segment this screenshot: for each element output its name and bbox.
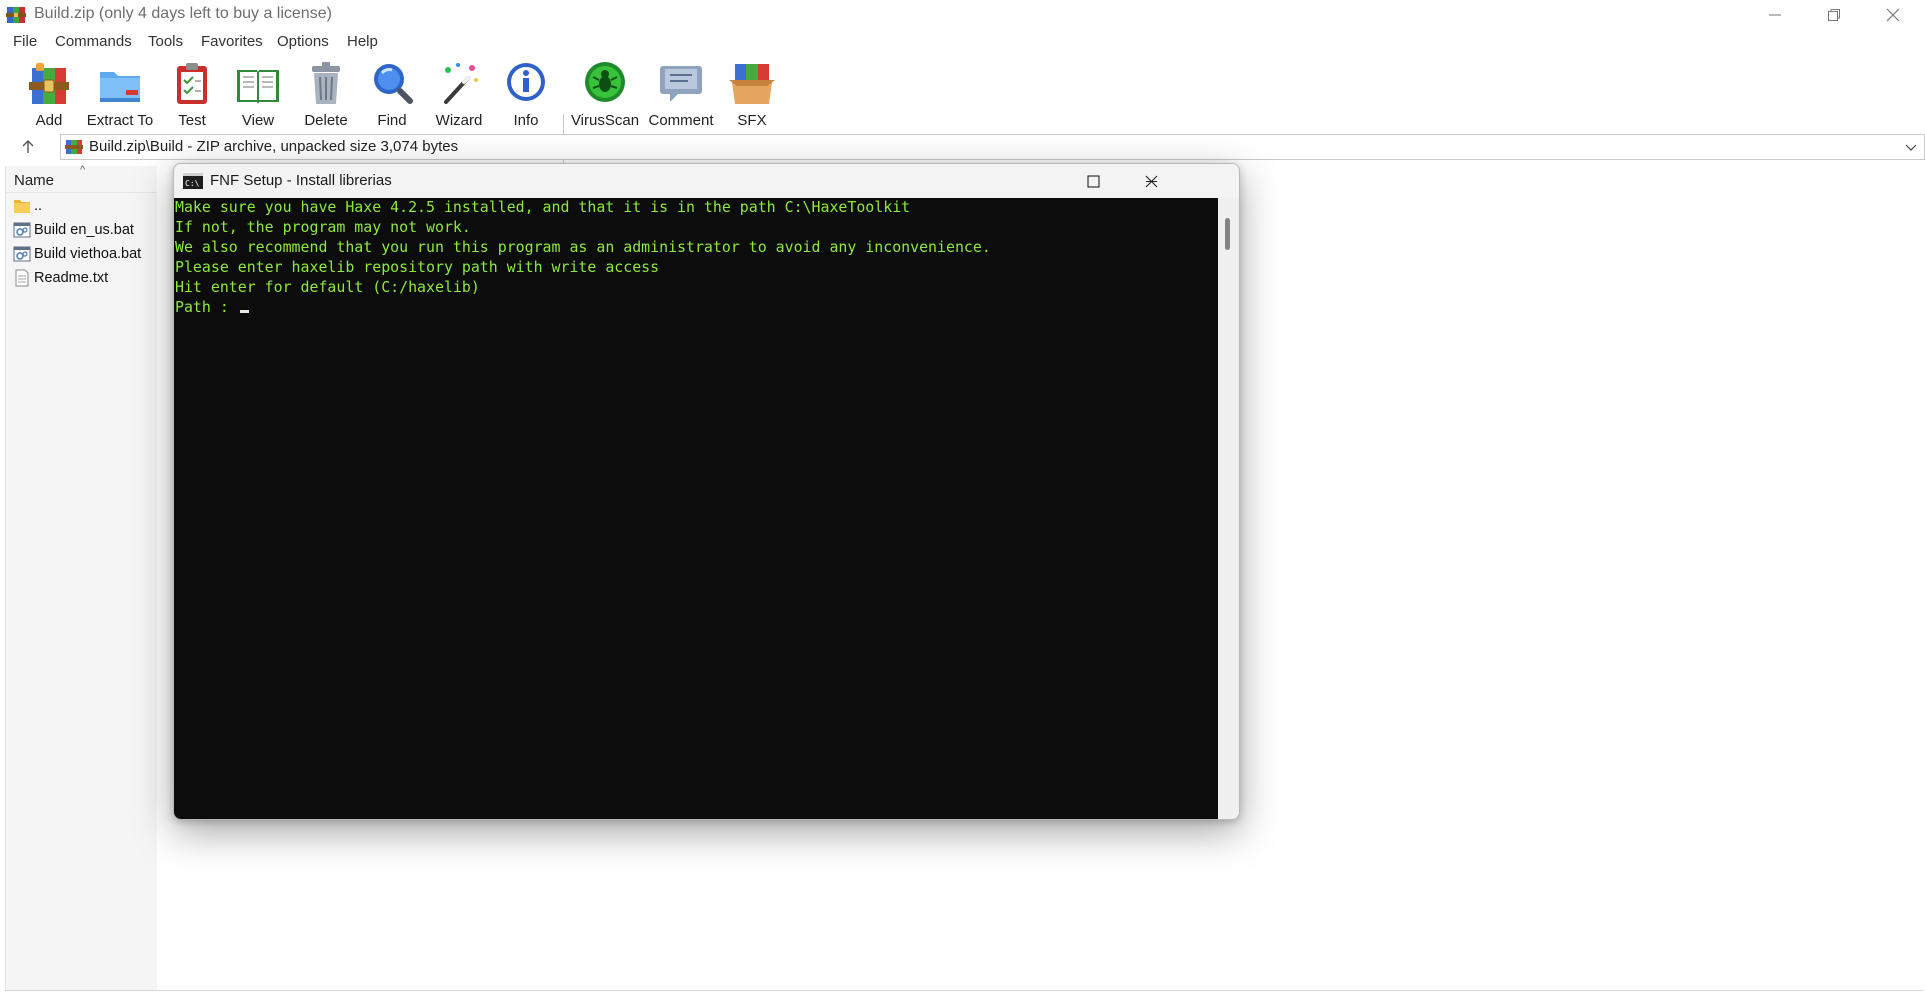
wizard-wand-icon (444, 63, 478, 104)
console-line-2: If not, the program may not work. (175, 218, 471, 236)
winrar-app-icon (6, 7, 26, 23)
view-book-icon (237, 70, 279, 104)
path-text: Build.zip\Build - ZIP archive, unpacked … (89, 138, 459, 155)
comment-button[interactable]: Comment (648, 60, 714, 130)
info-label: Info (513, 112, 539, 129)
batch-file-icon (13, 246, 31, 262)
menu-favorites[interactable]: Favorites (201, 33, 263, 50)
file-name: .. (34, 198, 43, 214)
console-line-1: Make sure you have Haxe 4.2.5 installed,… (175, 198, 911, 216)
column-name-label: Name (14, 172, 55, 189)
view-button[interactable]: View (232, 60, 284, 130)
up-folder-button[interactable] (16, 136, 40, 158)
restore-button[interactable] (1805, 0, 1863, 30)
column-header-name[interactable]: Name ^ (6, 164, 158, 193)
wizard-button[interactable]: Wizard (432, 60, 486, 130)
find-label: Find (377, 112, 407, 129)
sfx-label: SFX (737, 112, 767, 129)
console-output[interactable]: Make sure you have Haxe 4.2.5 installed,… (174, 198, 1218, 819)
console-close-button[interactable] (1122, 164, 1180, 198)
view-label: View (241, 112, 275, 129)
close-button[interactable] (1864, 0, 1922, 30)
file-row-build-en-us[interactable]: Build en_us.bat (6, 218, 158, 242)
test-clipboard-icon (177, 63, 207, 104)
file-row-readme[interactable]: Readme.txt (6, 266, 158, 290)
window-title: Build.zip (only 4 days left to buy a lic… (34, 5, 332, 22)
info-icon (507, 63, 545, 101)
find-button[interactable]: Find (368, 60, 416, 130)
file-row-build-viethoa[interactable]: Build viethoa.bat (6, 242, 158, 266)
command-prompt-icon: C:\ (183, 173, 203, 189)
file-name: Build viethoa.bat (34, 246, 142, 262)
sfx-box-icon (729, 64, 775, 104)
chevron-down-icon[interactable] (1904, 140, 1918, 154)
test-button[interactable]: Test (170, 60, 214, 130)
wizard-label: Wizard (435, 112, 483, 129)
status-divider (5, 990, 1923, 991)
text-cursor (239, 310, 249, 313)
test-label: Test (178, 112, 206, 129)
virusscan-button[interactable]: VirusScan (570, 60, 640, 130)
text-file-icon (15, 269, 29, 287)
add-button[interactable]: Add (22, 60, 76, 130)
menu-help[interactable]: Help (347, 33, 378, 50)
path-field[interactable]: Build.zip\Build - ZIP archive, unpacked … (60, 134, 1925, 160)
address-bar: Build.zip\Build - ZIP archive, unpacked … (0, 132, 1925, 162)
close-icon (1886, 8, 1900, 22)
extract-folder-icon (100, 72, 140, 102)
folder-icon (14, 200, 30, 213)
console-maximize-button[interactable] (1064, 164, 1122, 198)
restore-icon (1828, 9, 1840, 21)
console-line-4: Please enter haxelib repository path wit… (175, 258, 660, 276)
delete-label: Delete (304, 112, 348, 129)
archive-icon (65, 140, 83, 154)
svg-text:C:\: C:\ (185, 179, 200, 188)
batch-file-icon (13, 222, 31, 238)
console-line-3: We also recommend that you run this prog… (175, 238, 991, 256)
virus-scan-icon (585, 62, 625, 102)
title-bar: Build.zip (only 4 days left to buy a lic… (0, 0, 1925, 30)
extract-to-button[interactable]: Extract To (86, 60, 154, 130)
console-line-5: Hit enter for default (C:/haxelib) (175, 278, 480, 296)
add-archive-icon (29, 63, 69, 104)
menu-commands[interactable]: Commands (55, 33, 132, 50)
sfx-button[interactable]: SFX (726, 60, 778, 130)
close-icon (1145, 175, 1157, 187)
info-button[interactable]: Info (506, 60, 546, 130)
delete-button[interactable]: Delete (300, 60, 352, 130)
toolbar: Add Extract To Test View Delete Find Wiz… (0, 54, 1925, 180)
trash-icon (312, 62, 340, 104)
menu-bar: File Commands Tools Favorites Options He… (0, 30, 1925, 54)
console-prompt-line: Path : (175, 297, 249, 317)
extract-to-label: Extract To (86, 112, 154, 129)
minimize-button[interactable] (1746, 0, 1804, 30)
scrollbar-thumb[interactable] (1225, 218, 1230, 250)
menu-options[interactable]: Options (277, 33, 329, 50)
maximize-icon (1086, 174, 1100, 188)
magnifier-icon (374, 64, 413, 104)
file-list: Name ^ .. Build en_us.bat Build viethoa.… (5, 164, 158, 991)
virusscan-label: VirusScan (570, 112, 640, 129)
menu-tools[interactable]: Tools (148, 33, 183, 50)
file-row-parent[interactable]: .. (6, 194, 158, 218)
console-prompt: Path : (175, 298, 238, 316)
console-window[interactable]: C:\ FNF Setup - Install librerias Make s… (173, 163, 1240, 820)
sort-ascending-icon: ^ (80, 164, 86, 176)
add-label: Add (35, 112, 63, 129)
arrow-up-icon (22, 140, 34, 153)
console-scrollbar[interactable] (1218, 198, 1239, 819)
file-name: Readme.txt (34, 270, 109, 286)
file-name: Build en_us.bat (34, 222, 134, 238)
menu-file[interactable]: File (13, 33, 37, 50)
console-hidden (1180, 164, 1181, 165)
comment-icon (660, 66, 702, 102)
comment-label: Comment (648, 112, 714, 129)
console-title: FNF Setup - Install librerias (210, 172, 392, 189)
minimize-icon (1769, 14, 1781, 16)
